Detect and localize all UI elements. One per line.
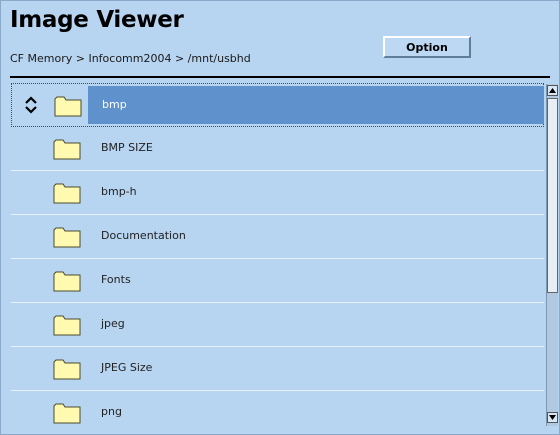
- list-item-label: JPEG Size: [101, 361, 153, 374]
- list-item-label: png: [101, 405, 122, 418]
- folder-icon: [53, 183, 81, 204]
- vertical-scrollbar[interactable]: [546, 84, 558, 426]
- list-item[interactable]: jpeg: [11, 303, 544, 347]
- breadcrumb[interactable]: CF Memory > Infocomm2004 > /mnt/usbhd: [10, 52, 251, 65]
- folder-icon: [53, 271, 81, 292]
- header-divider: [10, 76, 550, 78]
- list-item-label: bmp-h: [101, 185, 137, 198]
- list-item[interactable]: Documentation: [11, 215, 544, 259]
- scroll-down-arrow-icon[interactable]: [547, 412, 558, 423]
- list-item-label: Fonts: [101, 273, 131, 286]
- list-item-label: bmp: [102, 98, 127, 111]
- list-item[interactable]: bmp: [11, 83, 544, 127]
- option-button[interactable]: Option: [383, 36, 471, 58]
- list-item[interactable]: BMP SIZE: [11, 127, 544, 171]
- list-item[interactable]: png: [11, 391, 544, 425]
- scrollbar-thumb[interactable]: [547, 98, 558, 293]
- folder-icon: [53, 227, 81, 248]
- scroll-up-arrow-icon[interactable]: [547, 85, 558, 96]
- sort-up-down-icon[interactable]: [24, 95, 38, 115]
- folder-icon: [53, 315, 81, 336]
- folder-icon: [53, 359, 81, 380]
- list-item[interactable]: bmp-h: [11, 171, 544, 215]
- app-title: Image Viewer: [10, 7, 184, 33]
- folder-icon: [53, 403, 81, 424]
- list-item[interactable]: Fonts: [11, 259, 544, 303]
- folder-icon: [53, 139, 81, 160]
- list-item-label: jpeg: [101, 317, 125, 330]
- folder-icon: [54, 96, 82, 117]
- list-item[interactable]: JPEG Size: [11, 347, 544, 391]
- list-item-label: Documentation: [101, 229, 186, 242]
- selection-highlight: [88, 86, 544, 124]
- list-item-label: BMP SIZE: [101, 141, 153, 154]
- file-list: bmp BMP SIZE bmp-h Documentation Fonts j…: [11, 83, 544, 425]
